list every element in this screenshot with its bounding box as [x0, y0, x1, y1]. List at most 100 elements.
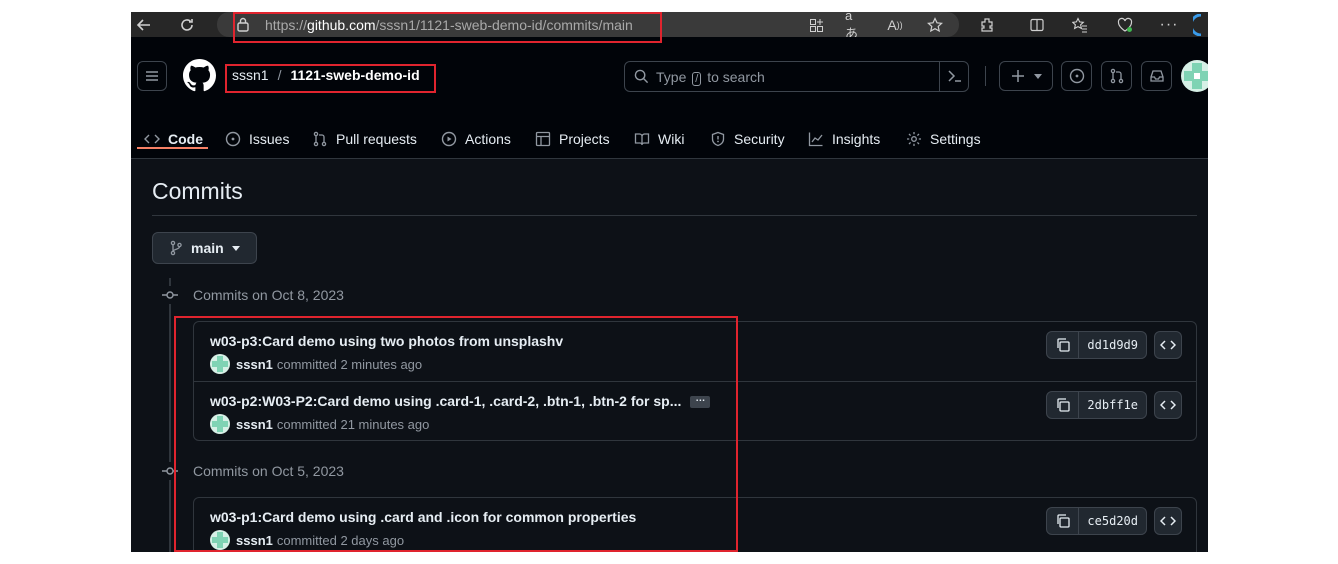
tab-projects[interactable]: Projects [535, 120, 610, 158]
issue-opened-icon [1069, 68, 1084, 84]
screenshot-frame: https://github.com/sssn1/1121-sweb-demo-… [131, 12, 1208, 552]
copy-icon [1057, 338, 1070, 352]
copy-sha-button[interactable] [1047, 332, 1080, 358]
tab-security[interactable]: Security [710, 120, 785, 158]
command-palette-icon[interactable] [947, 68, 963, 89]
commit-sha-link[interactable]: 2dbff1e [1079, 392, 1146, 418]
expand-message-button[interactable]: … [690, 394, 711, 409]
browse-repo-button[interactable] [1154, 507, 1182, 535]
copy-icon [1057, 514, 1070, 528]
refresh-icon[interactable] [177, 15, 197, 35]
commit-author-link[interactable]: sssn1 [236, 357, 273, 372]
tab-insights[interactable]: Insights [808, 120, 880, 158]
browse-repo-button[interactable] [1154, 391, 1182, 419]
issue-icon [225, 131, 241, 147]
browse-repo-button[interactable] [1154, 331, 1182, 359]
hamburger-menu-button[interactable] [137, 61, 167, 91]
repo-nav: Code Issues Pull requests Actions Projec… [131, 120, 1208, 158]
commit-group-heading: Commits on Oct 8, 2023 [161, 285, 344, 305]
git-commit-icon [161, 286, 179, 304]
pull-requests-button[interactable] [1101, 61, 1132, 91]
commit-meta: sssn1 committed 2 minutes ago [210, 354, 422, 374]
search-placeholder: Type / to search [656, 69, 765, 86]
translate-icon[interactable]: aあ [845, 12, 865, 41]
commit-message-link[interactable]: w03-p3:Card demo using two photos from u… [210, 333, 563, 349]
inbox-button[interactable] [1141, 61, 1172, 91]
tab-actions[interactable]: Actions [441, 120, 511, 158]
repo-name-link[interactable]: 1121-sweb-demo-id [290, 67, 419, 83]
commit-author-link[interactable]: sssn1 [236, 533, 273, 548]
url-scheme: https:// [265, 17, 308, 33]
create-new-button[interactable] [999, 61, 1053, 91]
commit-list: w03-p3:Card demo using two photos from u… [193, 321, 1197, 441]
commit-author-link[interactable]: sssn1 [236, 417, 273, 432]
commit-sha-link[interactable]: dd1d9d9 [1079, 332, 1146, 358]
commit-group-date: Commits on Oct 8, 2023 [193, 287, 344, 303]
tab-wiki[interactable]: Wiki [634, 120, 684, 158]
committed-label: committed [276, 532, 337, 548]
copy-icon [1057, 398, 1070, 412]
lock-icon[interactable] [233, 14, 253, 34]
committed-label: committed [276, 416, 337, 432]
commit-sha-link[interactable]: ce5d20d [1079, 508, 1146, 534]
play-icon [441, 131, 457, 147]
github-logo-icon[interactable] [183, 59, 216, 92]
commit-message-text: w03-p2:W03-P2:Card demo using .card-1, .… [210, 393, 682, 409]
github-header: sssn1 / 1121-sweb-demo-id Type / to search [131, 37, 1208, 159]
copy-sha-button[interactable] [1047, 508, 1080, 534]
branch-name: main [191, 240, 224, 256]
commit-meta: sssn1 committed 2 days ago [210, 530, 404, 550]
tab-pull-requests-label: Pull requests [336, 131, 417, 147]
search-icon [634, 69, 649, 89]
split-screen-icon[interactable] [1027, 15, 1047, 35]
branch-selector-button[interactable]: main [152, 232, 257, 264]
commit-message-link[interactable]: w03-p1:Card demo using .card and .icon f… [210, 509, 636, 525]
commit-group-heading: Commits on Oct 5, 2023 [161, 461, 344, 481]
tab-security-label: Security [734, 131, 785, 147]
copilot-icon[interactable] [1193, 14, 1208, 36]
commit-message-link[interactable]: w03-p2:W03-P2:Card demo using .card-1, .… [210, 393, 711, 409]
copy-sha-group: dd1d9d9 [1046, 331, 1147, 359]
favorite-star-icon[interactable] [925, 15, 945, 35]
more-menu-icon[interactable]: ··· [1159, 15, 1179, 35]
search-input[interactable]: Type / to search [624, 61, 969, 92]
git-commit-icon [161, 462, 179, 480]
extensions-icon[interactable] [977, 15, 997, 35]
pull-request-icon [313, 131, 327, 147]
commit-row: w03-p2:W03-P2:Card demo using .card-1, .… [194, 381, 1196, 440]
git-pull-request-icon [1110, 68, 1123, 84]
tab-settings[interactable]: Settings [906, 120, 981, 158]
browser-health-icon[interactable] [1115, 15, 1135, 35]
graph-icon [808, 132, 823, 147]
read-aloud-icon[interactable]: A)) [885, 15, 905, 35]
tab-wiki-label: Wiki [658, 131, 685, 147]
table-icon [535, 131, 551, 147]
gear-icon [907, 132, 921, 146]
search-shortcut-key: / [692, 72, 702, 86]
tab-issues[interactable]: Issues [225, 120, 289, 158]
url-text[interactable]: https://github.com/sssn1/1121-sweb-demo-… [265, 17, 633, 33]
copy-sha-group: 2dbff1e [1046, 391, 1147, 419]
commit-row: w03-p1:Card demo using .card and .icon f… [194, 498, 1196, 552]
code-icon [1160, 340, 1176, 350]
commit-list: w03-p1:Card demo using .card and .icon f… [193, 497, 1197, 552]
code-icon [144, 134, 160, 144]
menu-icon [146, 71, 158, 81]
author-avatar[interactable] [210, 414, 230, 434]
repo-owner-link[interactable]: sssn1 [232, 67, 269, 83]
copy-sha-button[interactable] [1047, 392, 1080, 418]
tab-issues-label: Issues [249, 131, 290, 147]
author-avatar[interactable] [210, 530, 230, 550]
tab-pull-requests[interactable]: Pull requests [312, 120, 417, 158]
user-avatar[interactable] [1181, 60, 1208, 92]
author-avatar[interactable] [210, 354, 230, 374]
tab-code[interactable]: Code [144, 120, 203, 158]
favorites-icon[interactable] [1070, 15, 1090, 35]
tab-actions-label: Actions [465, 131, 511, 147]
issues-button[interactable] [1061, 61, 1092, 91]
committed-label: committed [276, 356, 337, 372]
commit-time: 21 minutes ago [340, 416, 430, 432]
app-available-icon[interactable] [806, 15, 826, 35]
commit-actions: ce5d20d [1046, 507, 1182, 535]
back-arrow-icon[interactable] [134, 15, 154, 35]
